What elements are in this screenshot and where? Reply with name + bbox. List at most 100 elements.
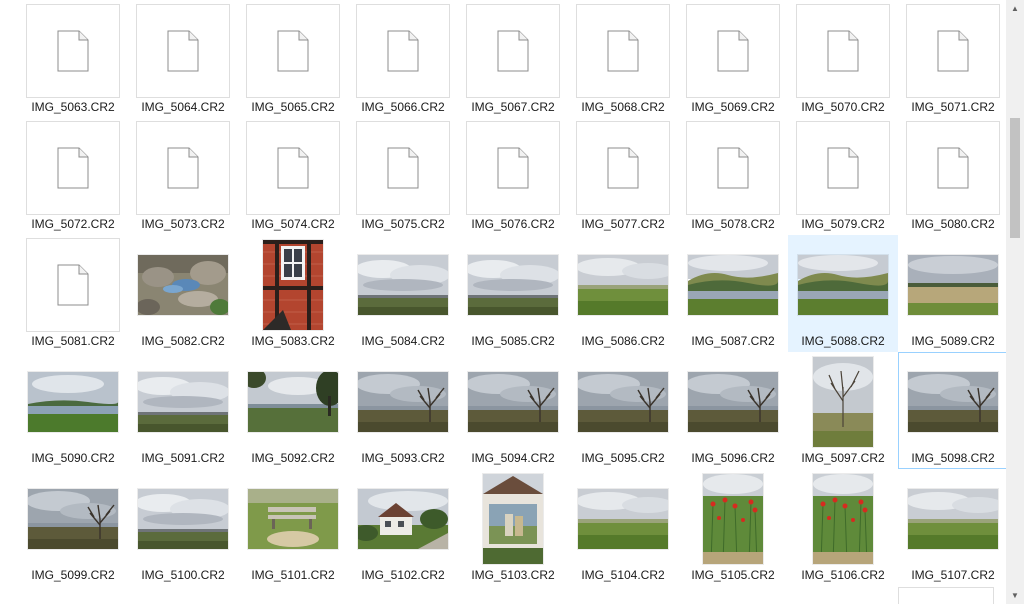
file-item[interactable]: IMG_5099.CR2	[18, 469, 128, 586]
file-item[interactable]: IMG_5070.CR2	[788, 1, 898, 118]
partial-file-tile[interactable]	[898, 587, 994, 604]
file-item[interactable]: IMG_5104.CR2	[568, 469, 678, 586]
file-item[interactable]: IMG_5091.CR2	[128, 352, 238, 469]
file-item[interactable]: IMG_5064.CR2	[128, 1, 238, 118]
thumbnail-area	[349, 470, 457, 567]
file-item[interactable]: IMG_5096.CR2	[678, 352, 788, 469]
thumbnail-area	[459, 2, 567, 99]
thumbnail-area	[349, 119, 457, 216]
thumbnail-area	[239, 353, 347, 450]
file-name-label: IMG_5094.CR2	[471, 451, 555, 465]
file-item[interactable]: IMG_5063.CR2	[18, 1, 128, 118]
file-item[interactable]: IMG_5075.CR2	[348, 118, 458, 235]
thumbnail-area	[459, 470, 567, 567]
file-item[interactable]: IMG_5080.CR2	[898, 118, 1006, 235]
file-item[interactable]: IMG_5082.CR2	[128, 235, 238, 352]
thumbnail-area	[239, 119, 347, 216]
thumbnail-area	[679, 236, 787, 333]
file-name-label: IMG_5102.CR2	[361, 568, 445, 582]
thumbnail-area	[789, 236, 897, 333]
photo-thumbnail	[703, 473, 763, 564]
file-item[interactable]: IMG_5084.CR2	[348, 235, 458, 352]
file-name-label: IMG_5064.CR2	[141, 100, 225, 114]
file-item[interactable]: IMG_5078.CR2	[678, 118, 788, 235]
file-item[interactable]: IMG_5074.CR2	[238, 118, 348, 235]
file-item[interactable]: IMG_5098.CR2	[898, 352, 1006, 469]
thumbnail-area	[899, 119, 1006, 216]
file-name-label: IMG_5077.CR2	[581, 217, 665, 231]
file-item[interactable]: IMG_5065.CR2	[238, 1, 348, 118]
photo-thumbnail	[263, 239, 323, 330]
file-name-label: IMG_5104.CR2	[581, 568, 665, 582]
file-item[interactable]: IMG_5102.CR2	[348, 469, 458, 586]
photo-thumbnail	[138, 371, 228, 432]
photo-thumbnail	[468, 371, 558, 432]
thumbnail-area	[129, 353, 237, 450]
thumbnail-area	[789, 119, 897, 216]
document-icon	[906, 3, 1000, 98]
file-item[interactable]: IMG_5103.CR2	[458, 469, 568, 586]
file-item[interactable]: IMG_5092.CR2	[238, 352, 348, 469]
file-item[interactable]: IMG_5087.CR2	[678, 235, 788, 352]
thumbnail-area	[679, 353, 787, 450]
file-item[interactable]: IMG_5077.CR2	[568, 118, 678, 235]
file-item[interactable]: IMG_5071.CR2	[898, 1, 1006, 118]
thumbnail-area	[349, 236, 457, 333]
file-item[interactable]: IMG_5081.CR2	[18, 235, 128, 352]
file-item[interactable]: IMG_5076.CR2	[458, 118, 568, 235]
file-item[interactable]: IMG_5069.CR2	[678, 1, 788, 118]
thumbnail-area	[129, 2, 237, 99]
thumbnail-area	[899, 2, 1006, 99]
document-icon	[356, 120, 450, 215]
thumbnail-area	[679, 470, 787, 567]
file-item[interactable]: IMG_5088.CR2	[788, 235, 898, 352]
file-item[interactable]: IMG_5105.CR2	[678, 469, 788, 586]
vertical-scrollbar[interactable]: ▲ ▼	[1006, 0, 1024, 604]
photo-thumbnail	[358, 488, 448, 549]
thumbnail-area	[789, 470, 897, 567]
thumbnail-area	[899, 353, 1006, 450]
photo-thumbnail	[483, 473, 543, 564]
file-item[interactable]: IMG_5085.CR2	[458, 235, 568, 352]
file-item[interactable]: IMG_5100.CR2	[128, 469, 238, 586]
thumbnail-area	[569, 2, 677, 99]
photo-thumbnail	[908, 254, 998, 315]
document-icon	[246, 3, 340, 98]
file-name-label: IMG_5081.CR2	[31, 334, 115, 348]
file-name-label: IMG_5097.CR2	[801, 451, 885, 465]
file-item[interactable]: IMG_5101.CR2	[238, 469, 348, 586]
file-item[interactable]: IMG_5089.CR2	[898, 235, 1006, 352]
photo-thumbnail	[248, 371, 338, 432]
file-item[interactable]: IMG_5095.CR2	[568, 352, 678, 469]
photo-thumbnail	[248, 488, 338, 549]
file-item[interactable]: IMG_5072.CR2	[18, 118, 128, 235]
photo-thumbnail	[813, 356, 873, 447]
file-item[interactable]: IMG_5097.CR2	[788, 352, 898, 469]
file-item[interactable]: IMG_5068.CR2	[568, 1, 678, 118]
file-item[interactable]: IMG_5107.CR2	[898, 469, 1006, 586]
file-item[interactable]: IMG_5079.CR2	[788, 118, 898, 235]
thumbnail-area	[789, 2, 897, 99]
file-item[interactable]: IMG_5086.CR2	[568, 235, 678, 352]
file-item[interactable]: IMG_5067.CR2	[458, 1, 568, 118]
file-name-label: IMG_5073.CR2	[141, 217, 225, 231]
file-item[interactable]: IMG_5094.CR2	[458, 352, 568, 469]
file-name-label: IMG_5099.CR2	[31, 568, 115, 582]
thumbnail-area	[569, 470, 677, 567]
file-item[interactable]: IMG_5066.CR2	[348, 1, 458, 118]
arrow-down-icon[interactable]: ▼	[1006, 587, 1024, 604]
file-item[interactable]: IMG_5106.CR2	[788, 469, 898, 586]
file-item[interactable]: IMG_5083.CR2	[238, 235, 348, 352]
file-name-label: IMG_5085.CR2	[471, 334, 555, 348]
file-item[interactable]: IMG_5073.CR2	[128, 118, 238, 235]
document-icon	[686, 3, 780, 98]
thumbnail-area	[789, 353, 897, 450]
file-item[interactable]: IMG_5093.CR2	[348, 352, 458, 469]
file-name-label: IMG_5100.CR2	[141, 568, 225, 582]
scrollbar-thumb[interactable]	[1010, 118, 1020, 238]
file-name-label: IMG_5107.CR2	[911, 568, 995, 582]
file-item[interactable]: IMG_5090.CR2	[18, 352, 128, 469]
file-name-label: IMG_5096.CR2	[691, 451, 775, 465]
thumbnail-area	[129, 470, 237, 567]
arrow-up-icon[interactable]: ▲	[1006, 0, 1024, 17]
